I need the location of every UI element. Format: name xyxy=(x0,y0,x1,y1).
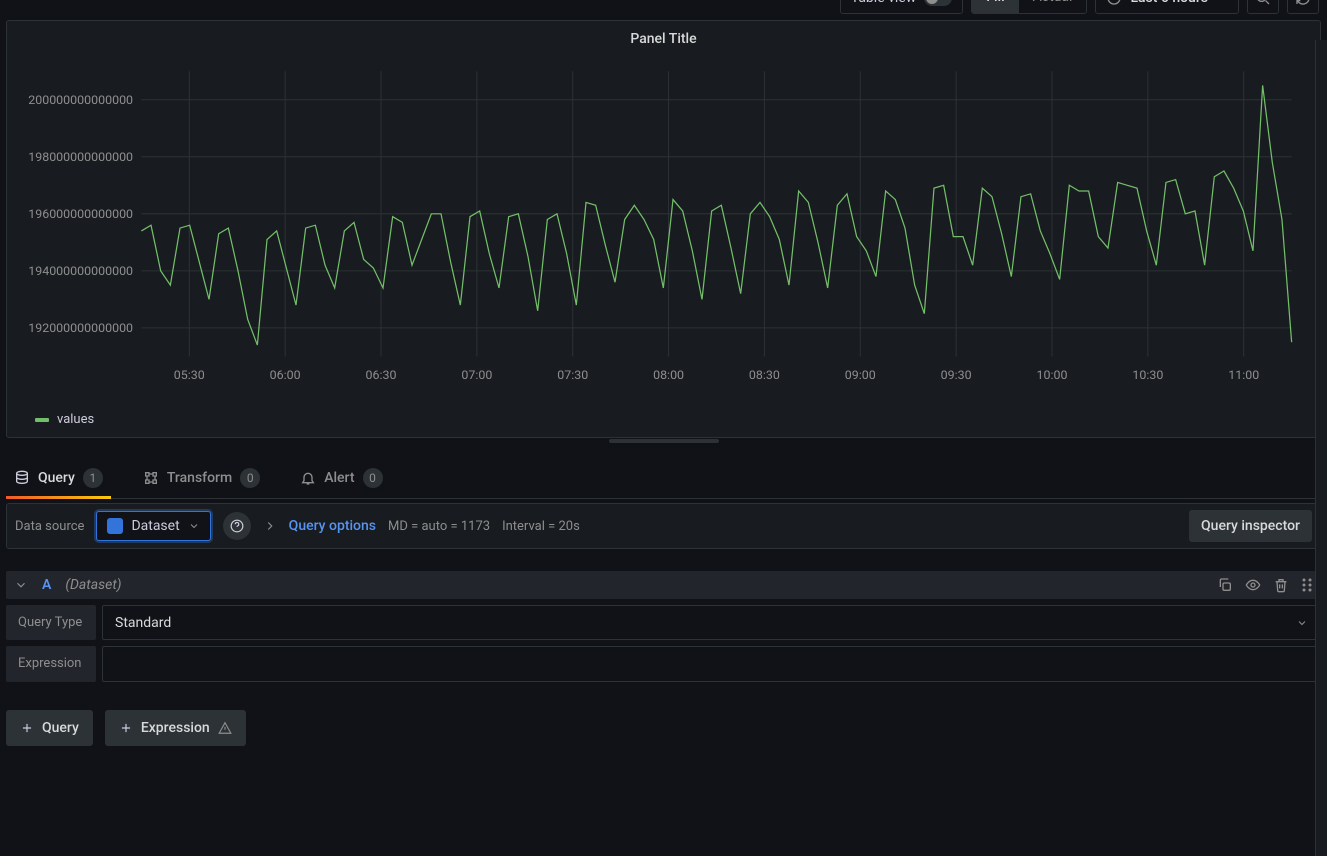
query-row-actions xyxy=(1217,577,1313,593)
tab-transform-badge: 0 xyxy=(240,468,260,488)
query-type-value: Standard xyxy=(115,615,171,631)
chevron-down-icon xyxy=(1216,0,1228,4)
datasource-logo-icon xyxy=(107,518,123,534)
table-view-toggle[interactable]: Table view xyxy=(840,0,964,14)
drag-query-handle[interactable] xyxy=(1301,577,1313,593)
svg-text:194000000000000: 194000000000000 xyxy=(28,265,133,279)
tab-alert-label: Alert xyxy=(324,470,354,486)
table-view-label: Table view xyxy=(851,0,917,6)
chevron-down-icon xyxy=(188,520,200,532)
add-expression-label: Expression xyxy=(141,720,210,736)
datasource-label: Data source xyxy=(15,519,84,534)
svg-text:198000000000000: 198000000000000 xyxy=(28,151,133,165)
svg-text:05:30: 05:30 xyxy=(174,369,205,383)
refresh-icon xyxy=(1295,0,1311,6)
database-icon xyxy=(14,470,30,486)
query-options-link[interactable]: Query options xyxy=(289,518,376,534)
expression-row: Expression xyxy=(6,646,1321,682)
query-type-select[interactable]: Standard xyxy=(102,605,1321,640)
chevron-right-icon[interactable] xyxy=(263,519,277,533)
panel-resize-handle[interactable] xyxy=(609,439,719,443)
query-type-label: Query Type xyxy=(6,605,96,640)
plus-icon xyxy=(20,721,34,735)
svg-text:200000000000000: 200000000000000 xyxy=(28,94,133,108)
svg-text:09:30: 09:30 xyxy=(941,369,972,383)
question-icon xyxy=(230,519,244,533)
side-panel-strip[interactable] xyxy=(1315,40,1327,856)
datasource-select[interactable]: Dataset xyxy=(96,511,210,541)
query-row-header: A (Dataset) xyxy=(6,571,1321,599)
time-range-label: Last 6 hours xyxy=(1130,0,1208,6)
time-range-picker[interactable]: Last 6 hours xyxy=(1095,0,1239,14)
query-ref-id[interactable]: A xyxy=(42,577,51,593)
delete-query-button[interactable] xyxy=(1273,577,1289,593)
svg-text:192000000000000: 192000000000000 xyxy=(28,322,133,336)
chart-legend[interactable]: values xyxy=(35,412,94,427)
add-expression-button[interactable]: Expression xyxy=(105,710,246,746)
refresh-button[interactable] xyxy=(1287,0,1319,14)
tab-alert[interactable]: Alert 0 xyxy=(292,460,390,498)
tab-query-badge: 1 xyxy=(83,468,103,488)
svg-text:08:00: 08:00 xyxy=(653,369,684,383)
toggle-query-button[interactable] xyxy=(1245,577,1261,593)
expression-label: Expression xyxy=(6,646,96,682)
datasource-name: Dataset xyxy=(131,518,179,534)
chart-panel: Panel Title 192000000000000 1940000000000… xyxy=(6,20,1321,438)
expression-input[interactable] xyxy=(102,646,1321,682)
query-toolbar: Data source Dataset Query options MD = a… xyxy=(6,503,1321,549)
tab-query[interactable]: Query 1 xyxy=(6,460,111,498)
editor-tabs: Query 1 Transform 0 Alert 0 xyxy=(6,460,1321,499)
tab-alert-badge: 0 xyxy=(363,468,383,488)
clock-icon xyxy=(1106,0,1122,6)
grip-icon xyxy=(1301,577,1313,593)
add-query-label: Query xyxy=(42,720,79,736)
svg-text:07:30: 07:30 xyxy=(557,369,588,383)
svg-text:07:00: 07:00 xyxy=(461,369,492,383)
panel-title: Panel Title xyxy=(7,21,1320,51)
svg-text:06:30: 06:30 xyxy=(366,369,397,383)
svg-text:09:00: 09:00 xyxy=(845,369,876,383)
transform-icon xyxy=(143,470,159,486)
plus-icon xyxy=(119,721,133,735)
md-meta: MD = auto = 1173 xyxy=(388,519,490,534)
svg-text:10:30: 10:30 xyxy=(1132,369,1163,383)
eye-icon xyxy=(1245,577,1261,593)
svg-text:11:00: 11:00 xyxy=(1228,369,1259,383)
warning-icon xyxy=(218,721,232,735)
tab-transform[interactable]: Transform 0 xyxy=(135,460,268,498)
toggle-switch-icon xyxy=(924,0,952,6)
datasource-help-button[interactable] xyxy=(223,512,251,540)
duplicate-query-button[interactable] xyxy=(1217,577,1233,593)
collapse-query-button[interactable] xyxy=(14,578,28,592)
tab-transform-label: Transform xyxy=(167,470,232,486)
fit-mode-group: Fill Actual xyxy=(971,0,1087,14)
zoom-out-icon xyxy=(1255,0,1271,6)
query-inspector-button[interactable]: Query inspector xyxy=(1189,510,1312,542)
query-type-row: Query Type Standard xyxy=(6,605,1321,640)
legend-label: values xyxy=(57,412,94,427)
svg-text:196000000000000: 196000000000000 xyxy=(28,208,133,222)
add-query-button[interactable]: Query xyxy=(6,710,93,746)
chart-area[interactable]: 192000000000000 194000000000000 1960000000… xyxy=(17,61,1302,387)
chevron-down-icon xyxy=(1296,617,1308,629)
fill-mode-button[interactable]: Fill xyxy=(972,0,1018,13)
trash-icon xyxy=(1273,577,1289,593)
svg-text:08:30: 08:30 xyxy=(749,369,780,383)
legend-swatch-icon xyxy=(35,418,49,422)
svg-text:06:00: 06:00 xyxy=(270,369,301,383)
svg-text:10:00: 10:00 xyxy=(1037,369,1068,383)
zoom-out-button[interactable] xyxy=(1247,0,1279,14)
query-datasource-name: (Dataset) xyxy=(65,577,121,593)
add-buttons: Query Expression xyxy=(6,710,1321,746)
actual-mode-button[interactable]: Actual xyxy=(1019,0,1087,13)
copy-icon xyxy=(1217,577,1233,593)
bell-icon xyxy=(300,470,316,486)
chevron-down-icon xyxy=(14,578,28,592)
tab-query-label: Query xyxy=(38,470,75,486)
interval-meta: Interval = 20s xyxy=(502,519,580,534)
